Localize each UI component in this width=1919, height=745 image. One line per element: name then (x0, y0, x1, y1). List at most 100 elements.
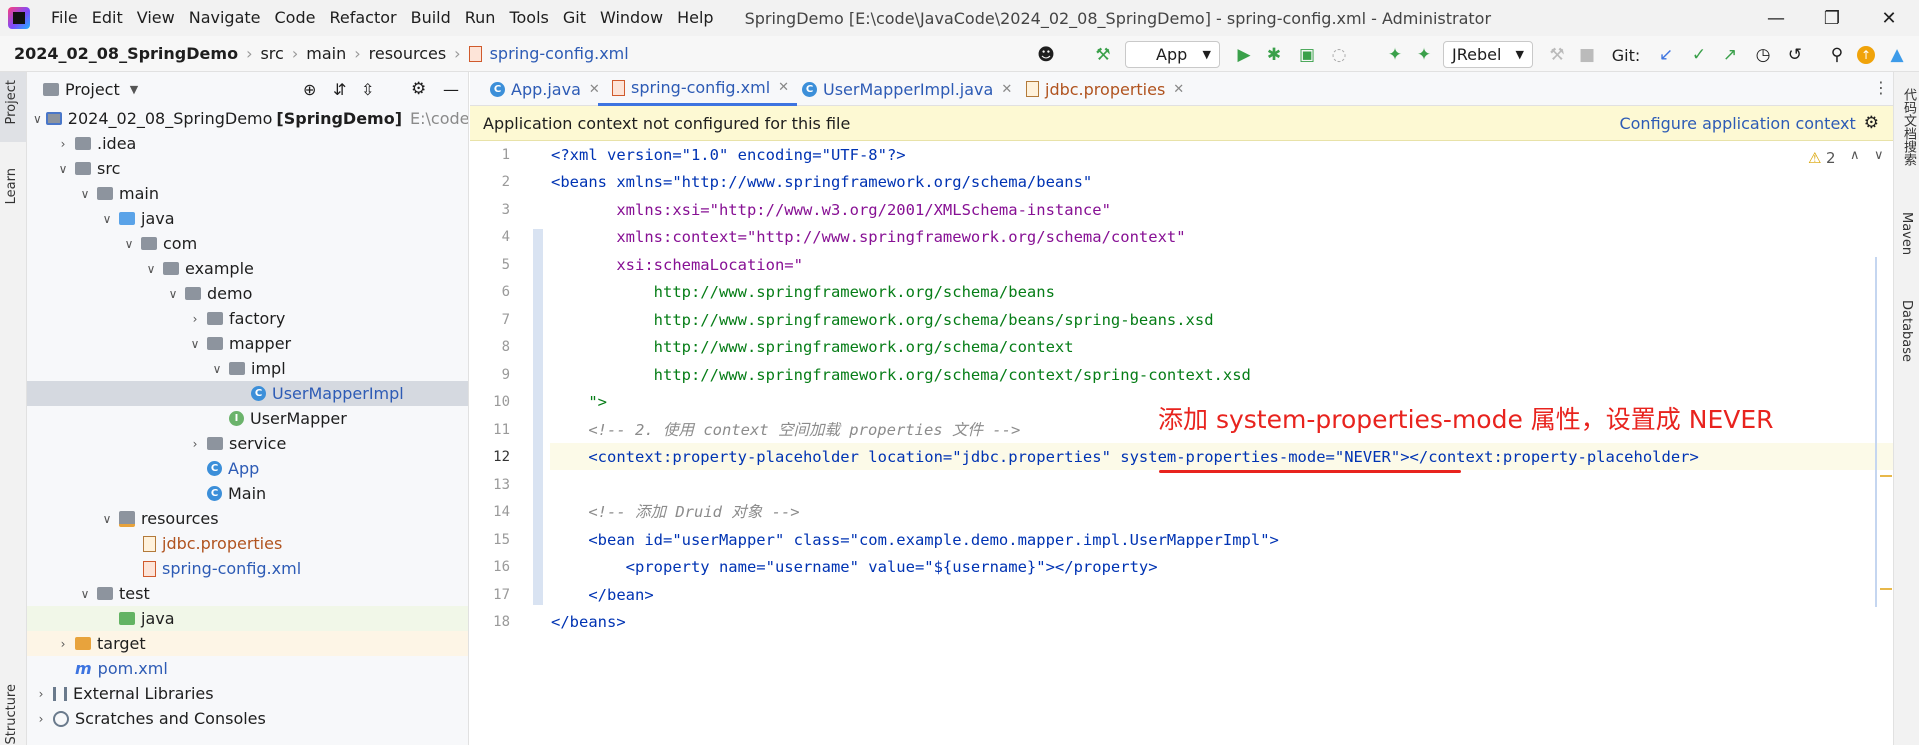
chevron-down-icon[interactable]: ∨ (143, 262, 159, 276)
menu-file[interactable]: File (44, 0, 85, 36)
more-tabs-icon[interactable]: ⋮ (1873, 78, 1889, 97)
tree-item-com[interactable]: ∨ com (27, 231, 468, 256)
jrebel-run-icon[interactable]: ✦ (1384, 44, 1406, 66)
menu-git[interactable]: Git (556, 0, 593, 36)
tree-item-mapper[interactable]: ∨ mapper (27, 331, 468, 356)
git-update-icon[interactable]: ↙ (1655, 44, 1677, 66)
restore-icon[interactable]: ❐ (1809, 0, 1855, 36)
menu-help[interactable]: Help (670, 0, 720, 36)
project-panel-title[interactable]: Project (65, 80, 120, 99)
chevron-down-icon[interactable]: ∨ (165, 287, 181, 301)
menu-navigate[interactable]: Navigate (182, 0, 268, 36)
breadcrumb-resources[interactable]: resources (365, 44, 451, 63)
search-icon[interactable]: ⚲ (1826, 44, 1848, 66)
chevron-right-icon[interactable]: › (55, 637, 71, 651)
stop-icon[interactable]: ■ (1576, 44, 1598, 66)
tab-jdbc-properties[interactable]: jdbc.properties ✕ (1012, 72, 1192, 106)
tree-item-jdbc-properties[interactable]: jdbc.properties (27, 531, 468, 556)
tree-item-target[interactable]: › target (27, 631, 468, 656)
tree-item-java[interactable]: ∨ java (27, 206, 468, 231)
build-hammer-icon[interactable]: ⚒ (1092, 44, 1114, 66)
rebuild-icon[interactable]: ⚒ (1546, 44, 1568, 66)
run-configuration-select[interactable]: App ▼ (1125, 41, 1220, 68)
tree-item-demo[interactable]: ∨ demo (27, 281, 468, 306)
tree-item-src[interactable]: ∨ src (27, 156, 468, 181)
chevron-down-icon[interactable]: ∨ (1874, 148, 1884, 163)
close-tab-icon[interactable]: ✕ (1001, 82, 1012, 97)
tab-usermapperimpl-java[interactable]: C UserMapperImpl.java ✕ (790, 72, 1020, 106)
minimize-icon[interactable]: — (1753, 0, 1799, 36)
scrollbar-track[interactable] (1875, 257, 1877, 607)
close-tab-icon[interactable]: ✕ (778, 80, 789, 95)
chevron-down-icon[interactable]: ∨ (99, 512, 115, 526)
menu-run[interactable]: Run (458, 0, 503, 36)
chevron-down-icon[interactable]: ∨ (209, 362, 225, 376)
warning-icon[interactable]: ⚠ (1808, 149, 1821, 167)
tree-item-idea[interactable]: › .idea (27, 131, 468, 156)
tree-item-test[interactable]: ∨ test (27, 581, 468, 606)
plugin-logo-icon[interactable]: ▲ (1886, 44, 1908, 66)
tree-item-external-libraries[interactable]: › External Libraries (27, 681, 468, 706)
chevron-down-icon[interactable]: ∨ (77, 587, 93, 601)
chevron-down-icon[interactable]: ∨ (55, 162, 71, 176)
menu-build[interactable]: Build (404, 0, 458, 36)
gear-icon[interactable]: ⚙ (1864, 113, 1879, 133)
tree-item-usermapperimpl[interactable]: C UserMapperImpl (27, 381, 468, 406)
chevron-up-icon[interactable]: ∧ (1850, 148, 1860, 163)
chevron-down-icon[interactable]: ∨ (121, 237, 137, 251)
tree-item-test-java[interactable]: java (27, 606, 468, 631)
run-icon[interactable]: ▶ (1233, 44, 1255, 66)
menu-refactor[interactable]: Refactor (322, 0, 403, 36)
warning-marker[interactable] (1880, 588, 1892, 590)
tab-app-java[interactable]: C App.java ✕ (478, 72, 608, 106)
breadcrumb-src[interactable]: src (256, 44, 287, 63)
tab-spring-config-xml[interactable]: spring-config.xml ✕ (598, 72, 798, 106)
warning-marker[interactable] (1880, 475, 1892, 477)
close-tab-icon[interactable]: ✕ (1173, 82, 1184, 97)
menu-window[interactable]: Window (593, 0, 670, 36)
collapse-all-icon[interactable]: ⇳ (361, 80, 374, 99)
git-push-icon[interactable]: ↗ (1719, 44, 1741, 66)
menu-view[interactable]: View (130, 0, 182, 36)
tree-item-app[interactable]: C App (27, 456, 468, 481)
debug-icon[interactable]: ✱ (1263, 44, 1285, 66)
git-commit-icon[interactable]: ✓ (1688, 44, 1710, 66)
jrebel-select[interactable]: JRebel ▼ (1443, 41, 1533, 68)
menu-tools[interactable]: Tools (502, 0, 555, 36)
gear-icon[interactable]: ⚙ (411, 79, 426, 99)
tool-tab-database[interactable]: Database (1899, 300, 1914, 362)
tree-item-main[interactable]: ∨ main (27, 181, 468, 206)
chevron-right-icon[interactable]: › (187, 312, 203, 326)
breadcrumb-main[interactable]: main (302, 44, 350, 63)
expand-all-icon[interactable]: ⇵ (333, 80, 346, 99)
user-icon[interactable]: ☻ (1035, 44, 1057, 66)
tool-tab-structure[interactable]: Structure (4, 684, 19, 744)
rollback-icon[interactable]: ↺ (1784, 44, 1806, 66)
tree-item-pom[interactable]: m pom.xml (27, 656, 468, 681)
update-icon[interactable]: ↑ (1857, 46, 1875, 64)
locate-icon[interactable]: ⊕ (303, 80, 316, 99)
hide-panel-icon[interactable]: — (443, 80, 459, 99)
chevron-down-icon[interactable]: ∨ (99, 212, 115, 226)
close-window-icon[interactable]: ✕ (1866, 0, 1912, 36)
warning-count[interactable]: 2 (1826, 149, 1836, 167)
tree-item-example[interactable]: ∨ example (27, 256, 468, 281)
tool-tab-project[interactable]: Project (4, 80, 19, 124)
chevron-right-icon[interactable]: › (187, 437, 203, 451)
tree-item-service[interactable]: › service (27, 431, 468, 456)
configure-context-link[interactable]: Configure application context (1619, 114, 1855, 133)
tool-tab-maven[interactable]: Maven (1899, 212, 1914, 255)
profile-icon[interactable]: ◌ (1328, 44, 1350, 66)
tree-item-impl[interactable]: ∨ impl (27, 356, 468, 381)
chevron-right-icon[interactable]: › (33, 712, 49, 726)
chevron-down-icon[interactable]: ∨ (33, 112, 42, 126)
history-icon[interactable]: ◷ (1752, 44, 1774, 66)
tool-tab-doc-search[interactable]: 代码文档搜索 (1899, 88, 1918, 166)
tree-item-scratches[interactable]: › Scratches and Consoles (27, 706, 468, 731)
chevron-right-icon[interactable]: › (55, 137, 71, 151)
chevron-down-icon[interactable]: ∨ (77, 187, 93, 201)
menu-code[interactable]: Code (268, 0, 323, 36)
breadcrumb-file[interactable]: spring-config.xml (486, 44, 633, 63)
menu-edit[interactable]: Edit (85, 0, 130, 36)
code-editor[interactable]: ⚠ 2 ∧ ∨ 1 2 3 4 5 6 7 8 9 10 11 12 13 14… (470, 141, 1893, 745)
